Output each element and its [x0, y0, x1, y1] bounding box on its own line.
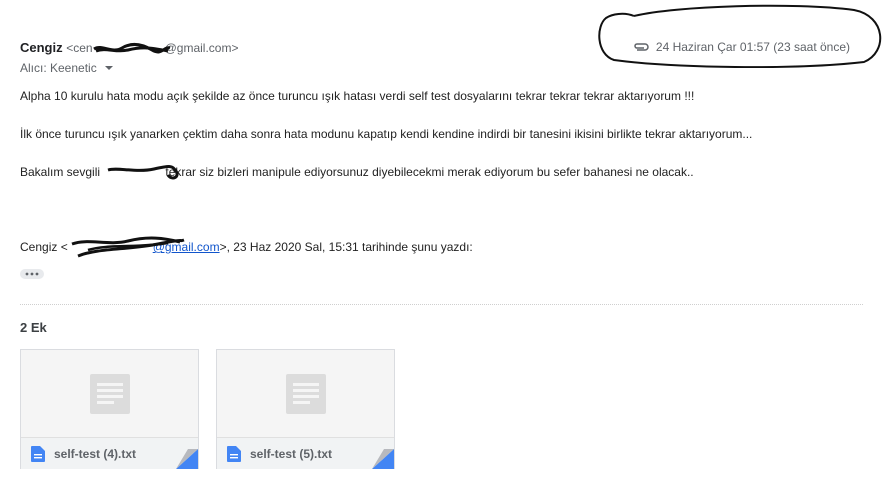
quote-email-link-text[interactable]: @gmail.com [153, 240, 220, 254]
text-file-icon [227, 446, 241, 462]
attachments-divider [20, 304, 863, 305]
body-paragraph-1: Alpha 10 kurulu hata modu açık şekilde a… [20, 89, 695, 103]
attachment-name[interactable]: self-test (4).txt [54, 447, 136, 461]
sender-name[interactable]: Cengiz [20, 40, 63, 55]
sender-email-prefix: <cen [66, 41, 93, 55]
quote-email-link[interactable]: @gmail.com [68, 236, 220, 258]
sender-email[interactable]: <cen @gmail.com> [66, 41, 238, 55]
redaction-scribble [93, 42, 171, 54]
recipient-label: Alıcı: Keenetic [20, 61, 97, 75]
attachment-preview[interactable] [21, 350, 198, 437]
document-icon [286, 374, 326, 414]
attachment-card[interactable]: self-test (4).txt [20, 349, 199, 469]
attachment-footer[interactable]: self-test (4).txt [21, 437, 198, 469]
quote-suffix: >, 23 Haz 2020 Sal, 15:31 tarihinde şunu… [219, 240, 473, 254]
quote-prefix: Cengiz < [20, 240, 68, 254]
paragraph3-start: Bakalım sevgili [20, 165, 101, 179]
more-horiz-icon [25, 272, 39, 276]
body-paragraph-2: İlk önce turuncu ışık yanarken çektim da… [20, 127, 753, 141]
document-icon [90, 374, 130, 414]
attachment-card[interactable]: self-test (5).txt [216, 349, 395, 469]
file-corner-icon [176, 449, 198, 469]
chevron-down-icon[interactable] [104, 63, 114, 73]
text-file-icon [31, 446, 45, 462]
file-corner-icon [372, 449, 394, 469]
quote-header: Cengiz < @gmail.com >, 23 Haz 2020 Sal, 1… [20, 236, 473, 258]
body-paragraph-3: Bakalım sevgili tekrar siz bizleri manip… [20, 164, 860, 180]
attachment-footer[interactable]: self-test (5).txt [217, 437, 394, 469]
message-body: Alpha 10 kurulu hata modu açık şekilde a… [20, 88, 860, 202]
hand-drawn-circle [598, 4, 882, 68]
attachment-name[interactable]: self-test (5).txt [250, 447, 332, 461]
sender-email-suffix: @gmail.com> [164, 41, 239, 55]
attachment-preview[interactable] [217, 350, 394, 437]
show-trimmed-content-button[interactable] [20, 269, 44, 279]
paragraph3-end: tekrar siz bizleri manipule ediyorsunuz … [165, 165, 694, 179]
attachment-count: 2 Ek [20, 320, 47, 335]
